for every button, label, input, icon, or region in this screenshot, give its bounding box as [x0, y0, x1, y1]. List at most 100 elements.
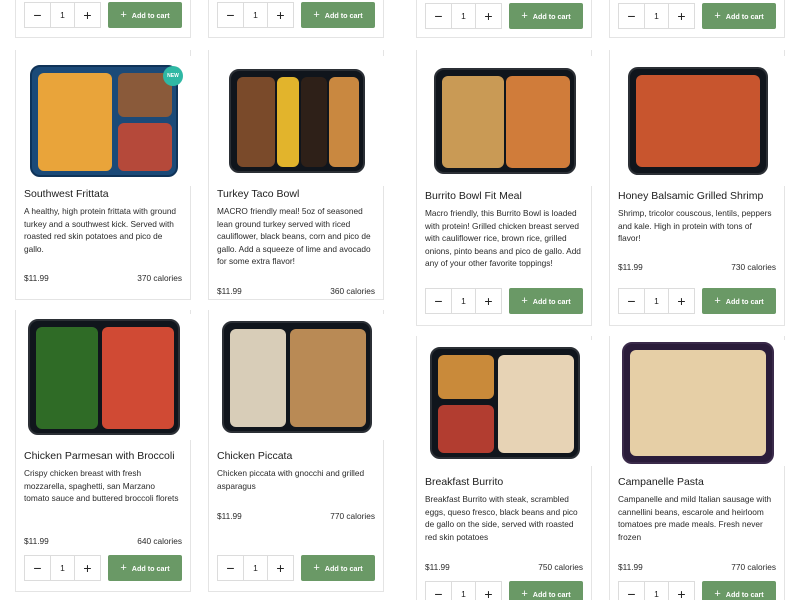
product-title[interactable]: Honey Balsamic Grilled Shrimp — [618, 190, 776, 203]
pico-compartment — [118, 123, 172, 171]
product-description: A healthy, high protein frittata with gr… — [24, 206, 177, 254]
cauliflower-compartment — [329, 77, 359, 167]
product-card[interactable]: Chicken Piccata Chicken piccata with gno… — [208, 310, 385, 592]
add-to-cart-button[interactable]: + Add to cart — [509, 581, 583, 600]
product-title[interactable]: Southwest Frittata — [24, 188, 182, 201]
quantity-input[interactable]: 1 — [451, 289, 476, 313]
add-to-cart-button[interactable]: + Add to cart — [108, 555, 182, 581]
add-to-cart-label: Add to cart — [532, 589, 571, 599]
increase-qty-button[interactable]: + — [669, 582, 694, 600]
product-price: $11.99 — [618, 262, 643, 272]
increase-qty-button[interactable]: + — [669, 4, 694, 28]
increase-qty-button[interactable]: + — [268, 556, 293, 580]
decrease-qty-button[interactable]: − — [619, 4, 644, 28]
quantity-input[interactable]: 1 — [243, 3, 268, 27]
product-card[interactable]: Honey Balsamic Grilled Shrimp Shrimp, tr… — [609, 50, 786, 326]
meal-tray — [622, 342, 774, 464]
product-image[interactable] — [209, 56, 385, 186]
add-to-cart-button[interactable]: + Add to cart — [702, 581, 776, 600]
quantity-input[interactable]: 1 — [644, 4, 669, 28]
cart-row: − 1 + + Add to cart — [217, 2, 375, 28]
decrease-qty-button[interactable]: − — [25, 556, 50, 580]
add-to-cart-label: Add to cart — [131, 10, 170, 20]
quantity-stepper: − 1 + — [24, 2, 101, 28]
product-image[interactable] — [209, 314, 385, 440]
product-price: $11.99 — [24, 536, 49, 546]
product-title[interactable]: Chicken Piccata — [217, 450, 375, 463]
product-card[interactable]: Breakfast Burrito Breakfast Burrito with… — [416, 336, 593, 600]
chicken-parmesan-compartment — [102, 327, 174, 429]
increase-qty-button[interactable]: + — [268, 3, 293, 27]
product-card-top-2: − 1 + + Add to cart — [208, 0, 384, 38]
quantity-input[interactable]: 1 — [243, 556, 268, 580]
plus-icon: + — [714, 588, 721, 600]
product-info: Campanelle Pasta Campanelle and mild Ita… — [618, 476, 776, 543]
add-to-cart-label: Add to cart — [532, 11, 571, 21]
product-title[interactable]: Chicken Parmesan with Broccoli — [24, 450, 182, 463]
product-image[interactable]: NEW — [16, 56, 192, 186]
product-card[interactable]: Burrito Bowl Fit Meal Macro friendly, th… — [416, 50, 593, 326]
decrease-qty-button[interactable]: − — [426, 289, 451, 313]
add-to-cart-button[interactable]: + Add to cart — [301, 555, 375, 581]
add-to-cart-button[interactable]: + Add to cart — [702, 3, 776, 29]
increase-qty-button[interactable]: + — [669, 289, 694, 313]
product-title[interactable]: Campanelle Pasta — [618, 476, 776, 489]
decrease-qty-button[interactable]: − — [218, 556, 243, 580]
increase-qty-button[interactable]: + — [75, 556, 100, 580]
cart-row: − 1 + + Add to cart — [425, 581, 583, 600]
product-image[interactable] — [417, 56, 593, 186]
product-image[interactable] — [417, 340, 593, 466]
cart-row: − 1 + + Add to cart — [217, 555, 375, 581]
add-to-cart-button[interactable]: + Add to cart — [702, 288, 776, 314]
product-title[interactable]: Breakfast Burrito — [425, 476, 583, 489]
add-to-cart-button[interactable]: + Add to cart — [108, 2, 182, 28]
product-card[interactable]: NEW Southwest Frittata A healthy, high p… — [15, 50, 192, 300]
increase-qty-button[interactable]: + — [476, 582, 501, 600]
product-title[interactable]: Burrito Bowl Fit Meal — [425, 190, 583, 203]
product-meta: $11.99 730 calories — [618, 262, 776, 272]
add-to-cart-label: Add to cart — [324, 563, 363, 573]
product-calories: 750 calories — [538, 562, 583, 572]
quantity-input[interactable]: 1 — [50, 3, 75, 27]
product-info: Southwest Frittata A healthy, high prote… — [24, 188, 182, 255]
product-calories: 360 calories — [330, 286, 375, 296]
product-description: Breakfast Burrito with steak, scrambled … — [425, 494, 578, 542]
decrease-qty-button[interactable]: − — [25, 3, 50, 27]
decrease-qty-button[interactable]: − — [218, 3, 243, 27]
product-calories: 370 calories — [137, 273, 182, 283]
product-image[interactable] — [16, 314, 192, 440]
product-title[interactable]: Turkey Taco Bowl — [217, 188, 375, 201]
increase-qty-button[interactable]: + — [75, 3, 100, 27]
product-description: Macro friendly, this Burrito Bowl is loa… — [425, 208, 581, 269]
product-card[interactable]: Campanelle Pasta Campanelle and mild Ita… — [609, 336, 786, 600]
quantity-input[interactable]: 1 — [50, 556, 75, 580]
add-to-cart-button[interactable]: + Add to cart — [509, 288, 583, 314]
add-to-cart-label: Add to cart — [131, 563, 170, 573]
chicken-compartment — [506, 76, 570, 168]
product-meta: $11.99 770 calories — [217, 511, 375, 521]
add-to-cart-button[interactable]: + Add to cart — [509, 3, 583, 29]
product-card[interactable]: Turkey Taco Bowl MACRO friendly meal! 5o… — [208, 50, 385, 300]
frittata-compartment — [38, 73, 112, 171]
decrease-qty-button[interactable]: − — [619, 289, 644, 313]
product-image[interactable] — [610, 56, 786, 186]
quantity-input[interactable]: 1 — [644, 289, 669, 313]
meal-tray — [434, 68, 576, 174]
pico-compartment — [438, 405, 494, 453]
decrease-qty-button[interactable]: − — [619, 582, 644, 600]
quantity-input[interactable]: 1 — [644, 582, 669, 600]
broccoli-compartment — [36, 327, 98, 429]
decrease-qty-button[interactable]: − — [426, 4, 451, 28]
quantity-input[interactable]: 1 — [451, 4, 476, 28]
quantity-input[interactable]: 1 — [451, 582, 476, 600]
plus-icon: + — [313, 9, 320, 21]
product-image[interactable] — [610, 340, 786, 466]
decrease-qty-button[interactable]: − — [426, 582, 451, 600]
product-card[interactable]: Chicken Parmesan with Broccoli Crispy ch… — [15, 310, 192, 592]
increase-qty-button[interactable]: + — [476, 4, 501, 28]
add-to-cart-button[interactable]: + Add to cart — [301, 2, 375, 28]
turkey-compartment — [237, 77, 275, 167]
plus-icon: + — [120, 562, 127, 574]
product-calories: 770 calories — [731, 562, 776, 572]
increase-qty-button[interactable]: + — [476, 289, 501, 313]
